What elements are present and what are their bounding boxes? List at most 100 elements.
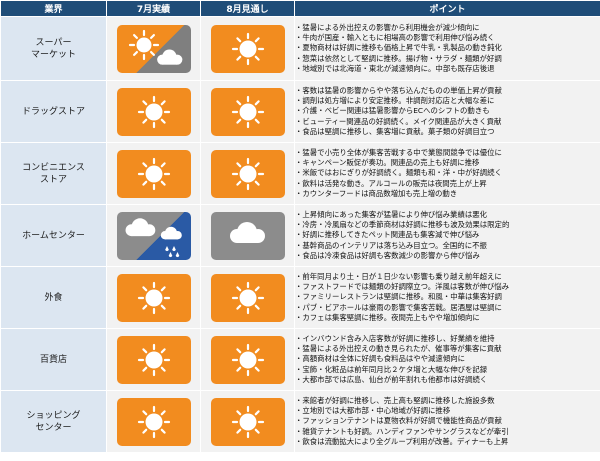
point-item: ・地域別では北海道・東北が減速傾向に。中部も既存店後退: [295, 63, 495, 73]
category-name-line: スーパー: [35, 37, 72, 48]
point-item: ・牛肉が国産・輸入ともに相場高の影響で利用伸び悩み続く: [295, 33, 495, 43]
july-weather-cell: [106, 80, 201, 143]
category-cell: ドラッグストア: [0, 80, 107, 143]
table-row: 外食 ・前年同月より土・日が１日少ない影響も乗り越え前年超えに ・ファストフードでは…: [0, 266, 600, 329]
cloud-rain-icon: [116, 211, 191, 260]
point-item: ・食品は堅調に推移し、集客増に貢献。菓子類の好調目立つ: [295, 126, 495, 136]
point-item: ・パブ・ビアホールは豪雨の影響で集客苦戦。居酒屋は堅調に: [295, 302, 502, 312]
sun-icon: [210, 87, 285, 136]
category-cell: 百貨店: [0, 328, 107, 391]
category-cell: ショッピング センター: [0, 390, 107, 453]
july-weather-cell: [106, 266, 201, 329]
sun-icon: [210, 397, 285, 446]
category-name-line: ホームセンター: [22, 230, 85, 241]
table-row: 百貨店 ・インバウンド含み入店客数が好調に推移し、好業績を維持 ・猛暑による外出控え…: [0, 328, 600, 391]
point-item: ・猛暑による外出控えの動き見られたが、催事等が集客に貢献: [295, 344, 502, 354]
points-cell: ・猛暑による外出控えの影響から利用機会が減少傾向に ・牛肉が国産・輸入ともに相場高…: [294, 16, 600, 81]
table-row: ホームセンター ・上昇傾向にあった集客が猛暑により伸び悩み業績は悪化 ・冷房・冷風…: [0, 204, 600, 267]
point-item: ・好調に推移してきたペット関連品も集客減で伸び悩み: [295, 230, 480, 240]
points-cell: ・前年同月より土・日が１日少ない影響も乗り越え前年超えに ・ファストフードでは麺類…: [294, 266, 600, 329]
august-weather-cell: [200, 328, 295, 391]
table-row: ショッピング センター ・来館者が好調に推移し、売上高も堅調に推移した施設多数 ・立地…: [0, 390, 600, 453]
category-name-line: コンビニエンス: [22, 162, 85, 173]
table-row: ドラッグストア ・客数は猛暑の影響からやや落ち込んだものの単価上昇が貢献 ・調剤は処…: [0, 80, 600, 143]
header-july: 7月実績: [106, 0, 201, 17]
sun-icon: [210, 24, 285, 73]
point-item: ・来館者が好調に推移し、売上高も堅調に推移した施設多数: [295, 395, 495, 405]
sun-icon: [210, 335, 285, 384]
august-weather-cell: [200, 390, 295, 453]
cloud-icon: [210, 211, 285, 260]
point-item: ・ビューティー関連品の好調続く。メイク関連品が大きく貢献: [295, 116, 502, 126]
category-cell: ホームセンター: [0, 204, 107, 267]
points-cell: ・インバウンド含み入店客数が好調に推移し、好業績を維持 ・猛暑による外出控えの動き…: [294, 328, 600, 391]
july-weather-cell: [106, 204, 201, 267]
point-item: ・立地別では大都市部・中心地域が好調に推移: [295, 406, 451, 416]
august-weather-cell: [200, 142, 295, 205]
point-item: ・基幹商品のインテリアは落ち込み目立つ。全国的に不振: [295, 240, 487, 250]
point-item: ・冷房・冷風扇などの季節商材は好調に推移も波及効果は限定的: [295, 220, 510, 230]
category-name-line: ストア: [39, 174, 67, 185]
category-cell: スーパー マーケット: [0, 16, 107, 81]
july-weather-cell: [106, 390, 201, 453]
point-item: ・ファミリーレストランは堅調に推移。和風・中華は集客好調: [295, 292, 502, 302]
point-item: ・雑貨テナントも好調。ハンディファンやサングラスなどが牽引: [295, 426, 509, 436]
august-weather-cell: [200, 16, 295, 81]
point-item: ・調剤は処方増により安定推移。非調剤対応店と大幅な差に: [295, 96, 495, 106]
table-row: コンビニエンス ストア ・猛暑で小売り全体が集客苦戦する中で業態間競争では優位に ・キ…: [0, 142, 600, 205]
point-item: ・猛暑で小売り全体が集客苦戦する中で業態間競争では優位に: [295, 147, 502, 157]
sun-icon: [210, 273, 285, 322]
point-item: ・ファッションテナントは夏物衣料が好調で機能性商品が貢献: [295, 416, 502, 426]
point-item: ・米飯ではおにぎりが好調続く。麺類も和・洋・中が好調続く: [295, 168, 502, 178]
point-item: ・飲料は活発な動き。アルコールの販売は夜間売上が上昇: [295, 178, 487, 188]
category-name-line: 外食: [44, 292, 63, 303]
category-cell: コンビニエンス ストア: [0, 142, 107, 205]
category-name-line: ショッピング: [26, 410, 81, 421]
august-weather-cell: [200, 266, 295, 329]
point-item: ・食品は冷凍食品は好調も客数減少の影響から伸び悩み: [295, 250, 480, 260]
point-item: ・前年同月より土・日が１日少ない影響も乗り越え前年超えに: [295, 271, 502, 281]
header-august: 8月見通し: [200, 0, 295, 17]
sun-icon: [116, 335, 191, 384]
category-name-line: ドラッグストア: [21, 106, 85, 117]
category-cell: 外食: [0, 266, 107, 329]
points-cell: ・来館者が好調に推移し、売上高も堅調に推移した施設多数 ・立地別では大都市部・中心…: [294, 390, 600, 453]
point-item: ・カフェは集客堅調に推移。夜間売上もやや増加傾向に: [295, 312, 480, 322]
point-item: ・夏物商材は好調に推移も価格上昇で牛乳・乳製品の動き鈍化: [295, 43, 502, 53]
points-cell: ・猛暑で小売り全体が集客苦戦する中で業態間競争では優位に ・キャンペーン販促が奏功…: [294, 142, 600, 205]
july-weather-cell: [106, 328, 201, 391]
points-cell: ・客数は猛暑の影響からやや落ち込んだものの単価上昇が貢献 ・調剤は処方増により安定…: [294, 80, 600, 143]
point-item: ・客数は猛暑の影響からやや落ち込んだものの単価上昇が貢献: [295, 85, 502, 95]
sun-icon: [116, 273, 191, 322]
sun-cloud-icon: [116, 24, 191, 73]
point-item: ・宝飾・化粧品は前年同月比２ケタ増と大幅な伸びを記録: [295, 364, 488, 374]
point-item: ・上昇傾向にあった集客が猛暑により伸び悩み業績は悪化: [295, 209, 488, 219]
point-item: ・飲食は流動拡大により全グループ利用が改善。ディナーも上昇: [295, 436, 509, 446]
august-weather-cell: [200, 204, 295, 267]
header-category: 業界: [0, 0, 107, 17]
category-name-line: センター: [35, 422, 72, 433]
category-name-line: 百貨店: [39, 354, 67, 365]
point-item: ・カウンターフードは商品数増加も売上増の動き: [295, 188, 458, 198]
july-weather-cell: [106, 16, 201, 81]
header-row: 業界 7月実績 8月見通し ポイント: [0, 0, 600, 17]
point-item: ・猛暑による外出控えの影響から利用機会が減少傾向に: [295, 22, 480, 32]
point-item: ・大都市部では広島、仙台が前年割れも他都市は好調続く: [295, 374, 488, 384]
table-row: スーパー マーケット ・猛暑による外出控えの影響から利用機会が減少傾向に ・牛肉が国…: [0, 16, 600, 81]
point-item: ・惣菜は依然として堅調に推移。揚げ物・サラダ・麺類が好調: [295, 53, 502, 63]
sun-icon: [116, 397, 191, 446]
points-cell: ・上昇傾向にあった集客が猛暑により伸び悩み業績は悪化 ・冷房・冷風扇などの季節商材…: [294, 204, 600, 267]
sun-icon: [116, 87, 191, 136]
forecast-table: 業界 7月実績 8月見通し ポイント スーパー マーケット ・猛暑による外出控えの…: [0, 0, 600, 453]
category-name-line: マーケット: [30, 49, 76, 60]
august-weather-cell: [200, 80, 295, 143]
point-item: ・介護・ベビー関連は猛暑影響からECへのシフトの動きも: [295, 106, 490, 116]
header-points: ポイント: [294, 0, 600, 17]
july-weather-cell: [106, 142, 201, 205]
sun-icon: [210, 149, 285, 198]
sun-icon: [116, 149, 191, 198]
point-item: ・キャンペーン販促が奏功。関連品の売上も好調に推移: [295, 158, 480, 168]
point-item: ・インバウンド含み入店客数が好調に推移し、好業績を維持: [295, 333, 495, 343]
point-item: ・高額商材は全体に好調も食料品はやや減速傾向に: [295, 354, 466, 364]
point-item: ・ファストフードでは麺類の好調際立つ。洋風は客数が伸び悩み: [295, 282, 510, 292]
